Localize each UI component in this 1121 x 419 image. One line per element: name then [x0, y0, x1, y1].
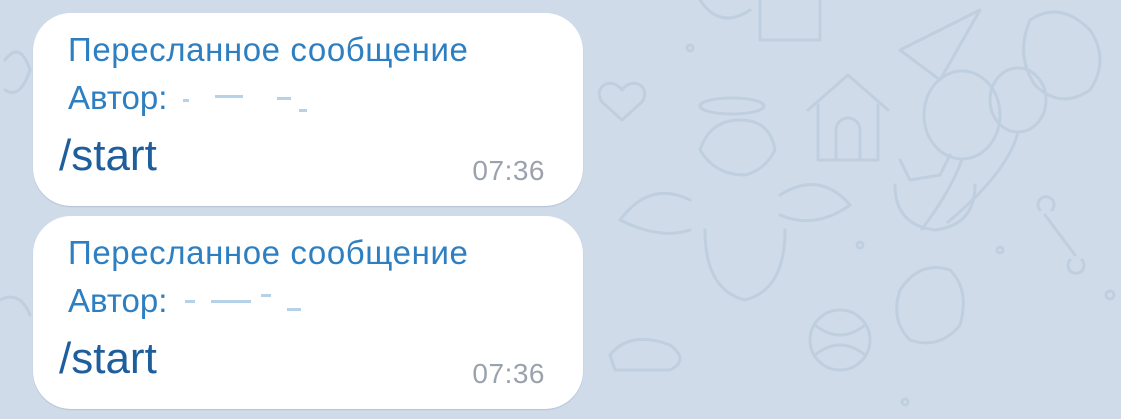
forwarded-author[interactable]: Автор:	[68, 79, 321, 117]
author-label: Автор:	[68, 282, 168, 319]
message-text: /start	[59, 131, 157, 180]
forwarded-message-header[interactable]: Пересланное сообщение	[68, 234, 468, 272]
message-timestamp: 07:36	[472, 358, 545, 389]
redacted-author-name	[181, 288, 321, 318]
message-timestamp: 07:36	[472, 155, 545, 186]
forwarded-author[interactable]: Автор:	[68, 282, 321, 320]
chat-history[interactable]: Пересланное сообщение Автор: /start 07:3…	[0, 0, 1121, 419]
message-text: /start	[59, 334, 157, 383]
author-label: Автор:	[68, 79, 168, 116]
message-bubble[interactable]: Пересланное сообщение Автор: /start 07:3…	[33, 216, 583, 409]
redacted-author-name	[181, 85, 321, 115]
message-bubble[interactable]: Пересланное сообщение Автор: /start 07:3…	[33, 13, 583, 206]
forwarded-message-header[interactable]: Пересланное сообщение	[68, 31, 468, 69]
